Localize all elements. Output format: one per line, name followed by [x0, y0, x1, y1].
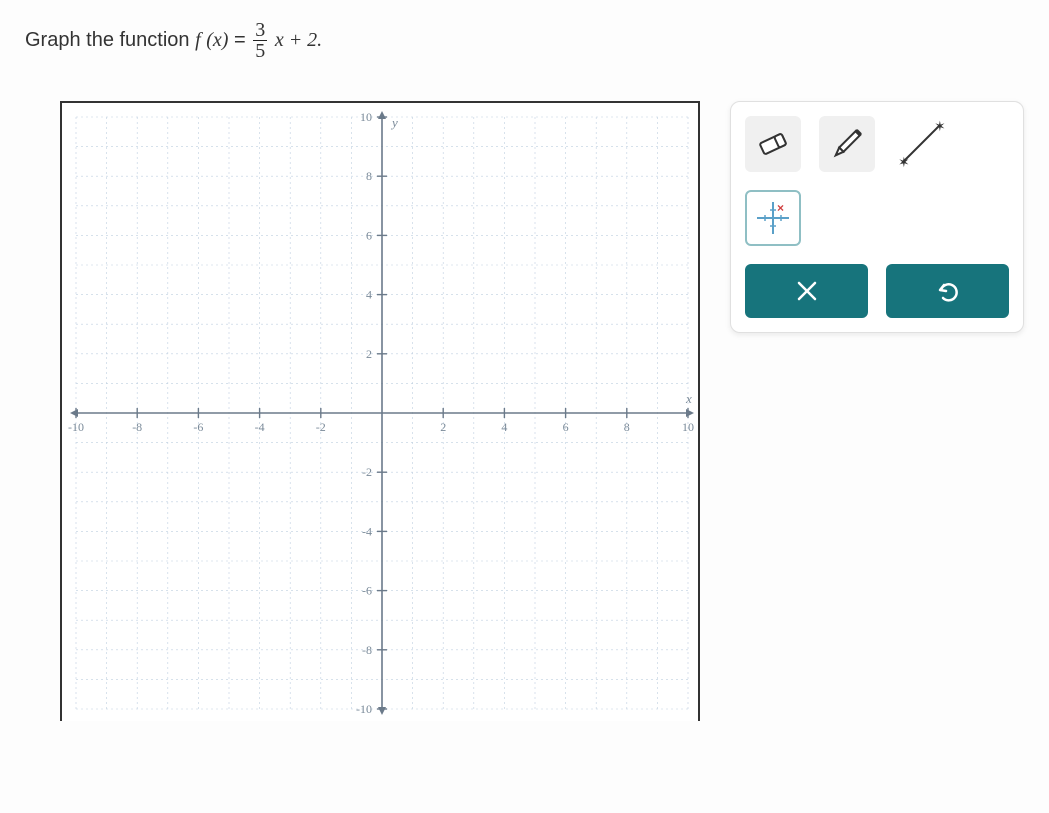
svg-text:6: 6 — [366, 228, 372, 242]
clear-button[interactable] — [745, 264, 868, 318]
svg-text:-4: -4 — [255, 420, 265, 434]
prompt-fraction: 3 5 — [253, 20, 267, 61]
frac-den: 5 — [253, 41, 267, 61]
svg-text:-4: -4 — [362, 524, 372, 538]
svg-text:✶: ✶ — [934, 119, 946, 134]
question-prompt: Graph the function f (x) = 3 5 x + 2. — [25, 20, 1024, 61]
prompt-func: f — [195, 29, 201, 51]
svg-text:-2: -2 — [362, 465, 372, 479]
plot-point-icon: × — [751, 196, 795, 240]
svg-text:-6: -6 — [193, 420, 203, 434]
svg-text:-8: -8 — [362, 643, 372, 657]
eraser-icon — [753, 124, 793, 164]
svg-text:y: y — [390, 115, 398, 130]
frac-num: 3 — [253, 20, 267, 41]
svg-text:-10: -10 — [68, 420, 84, 434]
svg-text:4: 4 — [501, 420, 507, 434]
svg-text:-6: -6 — [362, 584, 372, 598]
svg-text:2: 2 — [366, 347, 372, 361]
coordinate-graph[interactable]: -10 -8 -6 -4 -2 2 4 6 8 10 -10 -8 -6 -4 -2 2 4 6 8 10 x y — [60, 101, 700, 721]
svg-text:×: × — [777, 201, 784, 215]
tool-panel: ✶ ✶ × — [730, 101, 1024, 333]
pencil-icon — [827, 124, 867, 164]
line-tool-button[interactable]: ✶ ✶ — [893, 116, 949, 172]
close-icon — [794, 278, 820, 304]
line-with-points-icon: ✶ ✶ — [896, 119, 946, 169]
svg-text:-10: -10 — [356, 702, 372, 716]
svg-text:10: 10 — [360, 110, 372, 124]
point-graph-tool-button[interactable]: × — [745, 190, 801, 246]
svg-text:6: 6 — [563, 420, 569, 434]
undo-button[interactable] — [886, 264, 1009, 318]
svg-text:-2: -2 — [316, 420, 326, 434]
svg-text:8: 8 — [366, 169, 372, 183]
svg-text:2: 2 — [440, 420, 446, 434]
prompt-arg: (x) — [206, 29, 228, 51]
svg-text:x: x — [685, 391, 692, 406]
svg-text:8: 8 — [624, 420, 630, 434]
prompt-equals: = — [234, 29, 251, 51]
svg-text:✶: ✶ — [898, 154, 910, 169]
undo-icon — [935, 278, 961, 304]
svg-text:4: 4 — [366, 288, 372, 302]
prompt-suffix: x + 2. — [275, 29, 322, 51]
pencil-tool-button[interactable] — [819, 116, 875, 172]
prompt-prefix: Graph the function — [25, 29, 195, 51]
svg-text:-8: -8 — [132, 420, 142, 434]
eraser-tool-button[interactable] — [745, 116, 801, 172]
graph-svg[interactable]: -10 -8 -6 -4 -2 2 4 6 8 10 -10 -8 -6 -4 -2 2 4 6 8 10 x y — [62, 103, 702, 723]
svg-text:10: 10 — [682, 420, 694, 434]
